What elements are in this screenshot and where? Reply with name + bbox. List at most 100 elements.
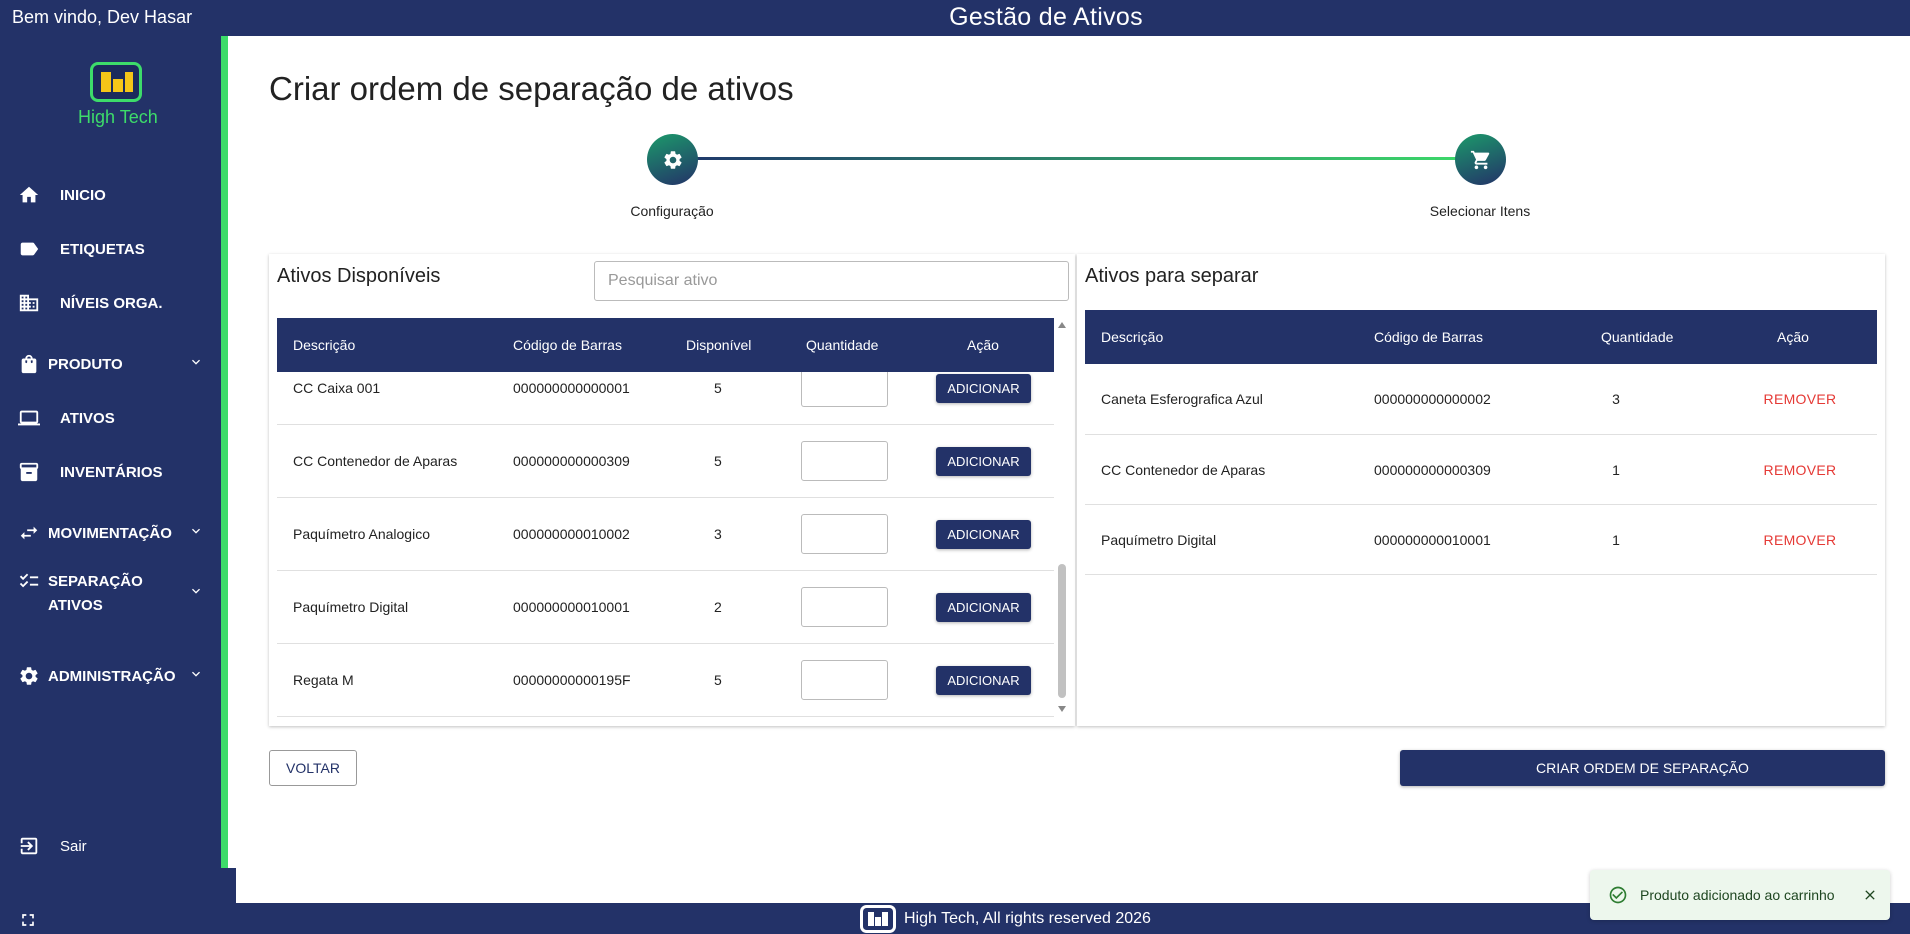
archive-icon: [19, 462, 39, 482]
logout-icon: [20, 837, 38, 855]
row-descricao: Paquímetro Analogico: [293, 526, 430, 542]
table-scrollbar[interactable]: [1055, 318, 1069, 718]
col-quantidade: Quantidade: [806, 337, 879, 353]
table-row: Caneta Esferografica Azul 00000000000000…: [1085, 364, 1877, 435]
col-descricao: Descrição: [293, 337, 356, 353]
sidebar-item-label: ETIQUETAS: [60, 241, 145, 258]
row-codigo: 000000000000309: [513, 453, 630, 469]
scroll-down-arrow-icon[interactable]: [1058, 706, 1066, 712]
sidebar-item-movimentacao[interactable]: MOVIMENTAÇÃO: [0, 513, 221, 553]
table-row: Paquímetro Analogico 000000000010002 3 A…: [277, 498, 1054, 571]
quantity-input[interactable]: [801, 587, 888, 627]
logout-button[interactable]: Sair: [0, 826, 221, 866]
fullscreen-icon[interactable]: [18, 910, 38, 930]
sidebar-item-label: INICIO: [60, 187, 106, 204]
table-row: CC Contenedor de Aparas 000000000000309 …: [1085, 435, 1877, 505]
row-quantidade: 1: [1612, 531, 1620, 548]
toast-message: Produto adicionado ao carrinho: [1640, 887, 1835, 903]
sidebar-footer: [0, 868, 236, 934]
col-acao: Ação: [1777, 329, 1809, 345]
col-disponivel: Disponível: [686, 337, 752, 353]
step-configuracao[interactable]: [647, 134, 698, 185]
chevron-down-icon: [192, 359, 200, 365]
app-title: Gestão de Ativos: [949, 3, 1143, 31]
sidebar-item-inicio[interactable]: INICIO: [0, 175, 221, 215]
page-title: Criar ordem de separação de ativos: [269, 70, 794, 107]
sidebar-item-label: INVENTÁRIOS: [60, 464, 163, 481]
table-row: CC Contenedor de Aparas 000000000000309 …: [277, 425, 1054, 498]
sidebar-item-ativos[interactable]: ATIVOS: [0, 398, 221, 438]
col-codigo-barras: Código de Barras: [513, 337, 622, 353]
create-separation-order-button[interactable]: CRIAR ORDEM DE SEPARAÇÃO: [1400, 750, 1885, 786]
label-icon: [20, 242, 39, 256]
add-button[interactable]: ADICIONAR: [936, 374, 1031, 403]
sidebar-item-niveis[interactable]: NÍVEIS ORGA.: [0, 283, 221, 323]
row-descricao: CC Contenedor de Aparas: [293, 453, 458, 469]
available-table-header: Descrição Código de Barras Disponível Qu…: [277, 318, 1054, 372]
gear-icon: [663, 150, 682, 169]
row-descricao: Regata M: [293, 672, 354, 688]
sidebar-item-label-line1: SEPARAÇÃO: [48, 573, 143, 590]
sidebar-item-administracao[interactable]: ADMINISTRAÇÃO: [0, 656, 221, 696]
sidebar-item-label: PRODUTO: [48, 356, 123, 373]
step-selecionar-itens[interactable]: [1455, 134, 1506, 185]
sidebar: High Tech INICIO ETIQUETAS NÍVEIS ORGA. …: [0, 36, 228, 868]
sidebar-item-label: ATIVOS: [60, 410, 115, 427]
col-descricao: Descrição: [1101, 329, 1164, 345]
quantity-input[interactable]: [801, 514, 888, 554]
back-button[interactable]: VOLTAR: [269, 750, 357, 786]
available-assets-title: Ativos Disponíveis: [277, 265, 441, 287]
remove-button[interactable]: REMOVER: [1745, 391, 1855, 407]
row-quantidade: 3: [1612, 391, 1620, 407]
row-disponivel: 2: [714, 599, 722, 615]
row-quantidade: 1: [1612, 461, 1620, 478]
row-codigo: 000000000010001: [1374, 531, 1491, 548]
scroll-thumb[interactable]: [1058, 564, 1066, 698]
row-descricao: CC Caixa 001: [293, 380, 381, 396]
check-circle-icon: [1609, 886, 1627, 904]
sidebar-item-produto[interactable]: PRODUTO: [0, 344, 221, 384]
quantity-input[interactable]: [801, 441, 888, 481]
add-button[interactable]: ADICIONAR: [936, 519, 1031, 549]
row-disponivel: 5: [714, 380, 722, 396]
scroll-up-arrow-icon[interactable]: [1058, 322, 1066, 328]
col-quantidade: Quantidade: [1601, 329, 1674, 345]
add-button[interactable]: ADICIONAR: [936, 446, 1031, 476]
add-button[interactable]: ADICIONAR: [936, 665, 1031, 695]
sidebar-item-separacao-ativos[interactable]: SEPARAÇÃO ATIVOS: [0, 561, 221, 625]
quantity-input[interactable]: [801, 372, 888, 407]
sidebar-item-etiquetas[interactable]: ETIQUETAS: [0, 229, 221, 269]
checklist-icon: [19, 573, 39, 588]
step-label-configuracao: Configuração: [630, 203, 714, 219]
gear-icon: [20, 667, 38, 685]
row-codigo: 000000000000002: [1374, 391, 1491, 407]
assets-to-separate-title: Ativos para separar: [1085, 265, 1259, 287]
close-icon[interactable]: [1862, 887, 1878, 903]
logout-label: Sair: [60, 838, 87, 855]
separate-table-header: Descrição Código de Barras Quantidade Aç…: [1085, 310, 1877, 364]
shopping-bag-icon: [21, 354, 37, 374]
sidebar-item-inventarios[interactable]: INVENTÁRIOS: [0, 452, 221, 492]
laptop-icon: [18, 410, 40, 426]
remove-button[interactable]: REMOVER: [1745, 532, 1855, 548]
remove-button[interactable]: REMOVER: [1745, 462, 1855, 478]
logo-icon: [860, 904, 896, 933]
quantity-input[interactable]: [801, 660, 888, 700]
cart-icon: [1470, 150, 1489, 169]
step-label-selecionar-itens: Selecionar Itens: [1429, 203, 1531, 219]
add-button[interactable]: ADICIONAR: [936, 592, 1031, 622]
building-icon: [19, 294, 39, 312]
col-acao: Ação: [967, 337, 999, 353]
sidebar-item-label: NÍVEIS ORGA.: [60, 295, 163, 312]
home-icon: [19, 186, 39, 203]
row-disponivel: 3: [714, 526, 722, 542]
search-input[interactable]: [594, 261, 1069, 301]
row-codigo: 000000000010001: [513, 599, 630, 615]
row-descricao: Paquímetro Digital: [1101, 531, 1217, 548]
table-row: Paquímetro Digital 000000000010001 1 REM…: [1085, 505, 1877, 575]
logo[interactable]: High Tech: [78, 62, 158, 128]
chevron-down-icon: [192, 588, 200, 594]
row-codigo: 00000000000195F: [513, 672, 631, 688]
sidebar-item-label: MOVIMENTAÇÃO: [48, 525, 172, 542]
row-codigo: 000000000000309: [1374, 461, 1491, 478]
